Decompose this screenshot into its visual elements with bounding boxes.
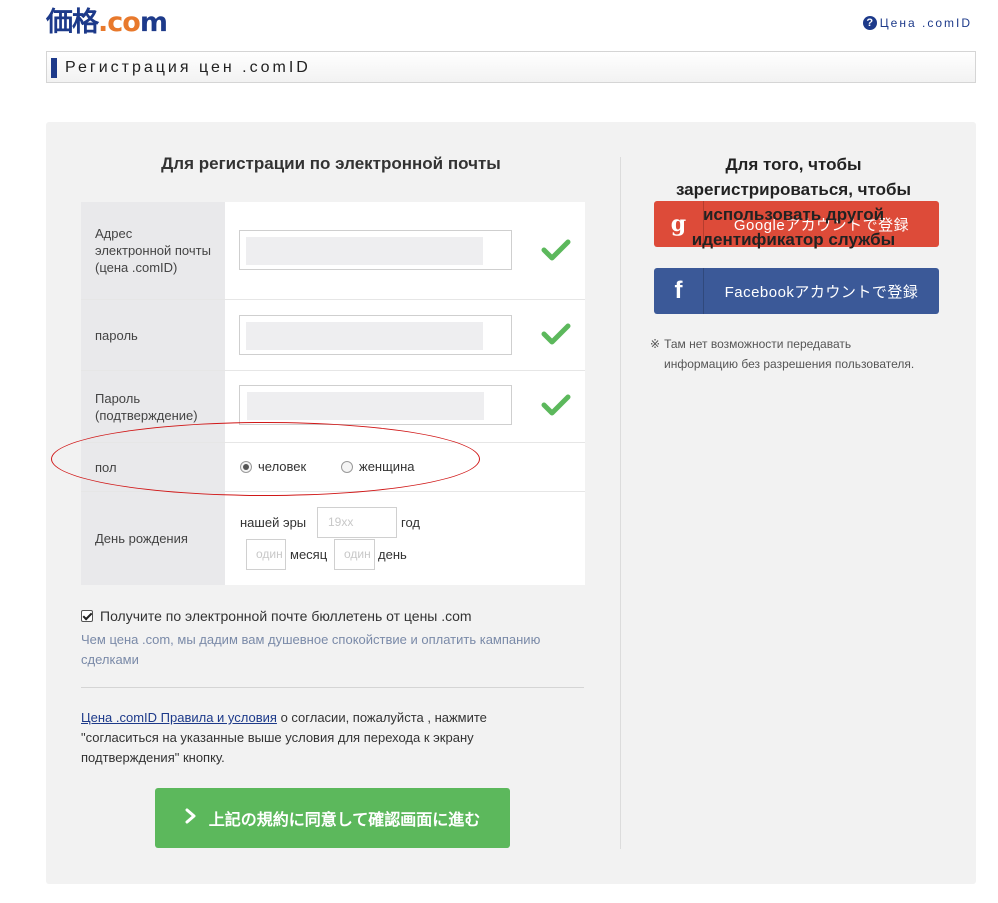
email-valid-check-icon (541, 239, 571, 261)
help-link-label: Цена .comID (879, 16, 972, 30)
gender-option-male: человек (258, 459, 307, 474)
chevron-right-icon (185, 808, 197, 829)
gender-radio-male[interactable]: человек (240, 459, 306, 474)
agree-button-label: 上記の規約に同意して確認画面に進む (208, 812, 481, 829)
newsletter-label: Получите по электронной почте бюллетень … (100, 608, 472, 624)
page-title-bar: Регистрация цен .comID (46, 51, 976, 83)
birth-day-input[interactable]: один (334, 539, 375, 570)
birth-month-unit: месяц (290, 547, 328, 562)
column-divider (620, 157, 621, 849)
terms-link[interactable]: Цена .comID Правила и условия (81, 710, 277, 725)
site-logo[interactable]: 価格.com (46, 7, 168, 38)
gender-label: пол (81, 443, 225, 491)
sns-section-title: Для того, чтобы зарегистрироваться, чтоб… (675, 155, 912, 249)
password-confirm-label: Пароль (подтверждение) (81, 371, 225, 442)
password-valid-check-icon (541, 323, 571, 345)
note-line2: информацию без разрешения пользователя. (664, 357, 915, 371)
logo-part1: 価格 (46, 7, 99, 38)
gender-radio-female[interactable]: женщина (341, 459, 414, 474)
note-line1: Там нет возможности передавать (664, 337, 852, 351)
question-icon: ? (862, 16, 877, 30)
password-confirm-row: Пароль (подтверждение) (81, 370, 585, 442)
birth-year-unit: год (401, 515, 420, 530)
password-row: пароль (81, 299, 585, 370)
registration-form: Адрес электронной почты (цена .comID) па… (81, 202, 585, 585)
gender-option-female: женщина (359, 459, 415, 474)
password-confirm-input[interactable] (239, 385, 512, 425)
radio-unselected-icon (341, 460, 353, 473)
facebook-button-label: Facebookアカウントで登録 (724, 283, 919, 301)
note-mark: ※ (650, 337, 661, 351)
email-label: Адрес электронной почты (цена .comID) (81, 202, 225, 299)
facebook-icon: f (654, 268, 704, 314)
logo-part2: .co (98, 7, 141, 38)
logo-part3: m (139, 7, 168, 38)
page-title: Регистрация цен .comID (65, 59, 311, 76)
help-link[interactable]: ? Цена .comID (862, 16, 972, 30)
title-marker (51, 58, 57, 78)
facebook-register-button[interactable]: f Facebookアカウントで登録 (654, 268, 939, 314)
birthday-row: День рождения нашей эры 19xx год один ме… (81, 491, 585, 585)
section-divider (81, 687, 584, 688)
birth-day-unit: день (378, 547, 407, 562)
email-row: Адрес электронной почты (цена .comID) (81, 202, 585, 299)
gender-row: пол человек женщина (81, 442, 585, 491)
newsletter-section: Получите по электронной почте бюллетень … (81, 608, 591, 670)
email-section-title: Для регистрации по электронной почты (161, 154, 501, 173)
registration-panel: Для регистрации по электронной почты Адр… (46, 122, 976, 884)
email-input[interactable] (239, 230, 512, 270)
newsletter-checkbox[interactable] (81, 610, 93, 622)
birth-month-input[interactable]: один (246, 539, 286, 570)
agree-and-confirm-button[interactable]: 上記の規約に同意して確認画面に進む (155, 788, 510, 848)
terms-text: Цена .comID Правила и условия о согласии… (81, 708, 541, 768)
password-label: пароль (81, 300, 225, 370)
privacy-note: ※ Там нет возможности передавать информац… (650, 334, 950, 374)
radio-selected-icon (240, 460, 252, 473)
newsletter-description: Чем цена .com, мы дадим вам душевное спо… (81, 632, 541, 667)
password-confirm-valid-check-icon (541, 394, 571, 416)
birth-year-input[interactable]: 19xx (317, 507, 397, 538)
password-input[interactable] (239, 315, 512, 355)
birthday-era: нашей эры (240, 515, 307, 530)
birthday-label: День рождения (81, 492, 225, 585)
